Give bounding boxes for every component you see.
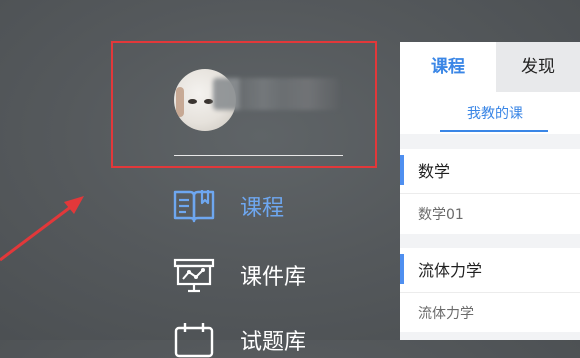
avatar-eye-left	[188, 99, 197, 104]
course-card[interactable]: 流体力学 流体力学	[400, 248, 580, 332]
nav-label-course: 课程	[240, 196, 285, 221]
course-card-divider	[400, 292, 580, 293]
book-icon	[173, 190, 215, 223]
red-pointer-arrow	[0, 196, 84, 262]
subtab-bar: 我教的课	[400, 92, 580, 134]
course-panel: 课程 发现 我教的课 数学 数学01 流体力学 流体力学	[400, 42, 580, 340]
nav-item-courseware[interactable]: 课件库	[172, 257, 306, 293]
course-title: 流体力学	[418, 261, 483, 280]
nav-drawer: 课程 课件库 试题库	[0, 0, 400, 358]
course-class-name[interactable]: 流体力学	[418, 303, 474, 323]
avatar-ear	[176, 87, 184, 117]
nav-item-question-bank[interactable]: 试题库	[172, 322, 306, 358]
calendar-icon	[174, 323, 214, 358]
avatar-eye-right	[204, 99, 213, 104]
course-class-name[interactable]: 数学01	[418, 204, 464, 224]
course-card-accent	[400, 155, 404, 185]
username-underline	[174, 155, 343, 156]
tab-bar: 课程 发现	[400, 42, 580, 92]
course-card-accent	[400, 254, 404, 284]
username-redacted	[213, 78, 339, 110]
subtab-my-teaching-courses[interactable]: 我教的课	[440, 103, 550, 123]
subtab-underline	[440, 130, 548, 132]
course-card-divider	[400, 193, 580, 194]
course-card[interactable]: 数学 数学01	[400, 149, 580, 234]
presentation-board-icon	[173, 258, 215, 293]
nav-label-question-bank: 试题库	[240, 330, 307, 355]
tab-course[interactable]: 课程	[400, 42, 496, 92]
course-title: 数学	[418, 162, 451, 181]
nav-label-courseware: 课件库	[240, 265, 307, 290]
tab-discover[interactable]: 发现	[496, 42, 580, 92]
nav-item-course[interactable]: 课程	[172, 188, 284, 224]
